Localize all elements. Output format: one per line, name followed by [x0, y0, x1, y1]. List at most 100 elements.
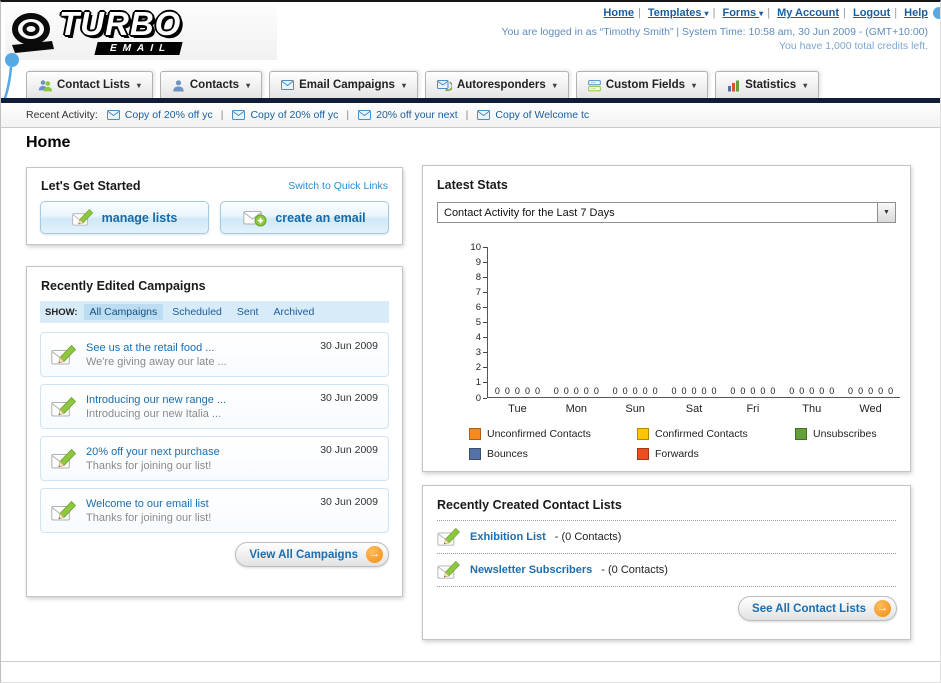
campaign-title-link[interactable]: Introducing our new range ...	[86, 394, 226, 406]
get-started-panel: Let's Get Started Switch to Quick Links …	[26, 167, 403, 245]
contact-list-detail: - (0 Contacts)	[601, 564, 668, 576]
edit-list-icon	[72, 208, 94, 227]
contact-list-detail: - (0 Contacts)	[554, 531, 622, 543]
chevron-down-icon: ▾	[246, 80, 251, 90]
recent-activity-link[interactable]: Copy of 20% off yc	[250, 109, 338, 121]
recent-activity-item: Copy of Welcome tc	[477, 109, 589, 121]
filter-archived[interactable]: Archived	[267, 304, 320, 320]
email-icon	[232, 110, 245, 120]
nav-tab-email-campaigns[interactable]: Email Campaigns ▾	[269, 71, 418, 98]
campaign-row[interactable]: Welcome to our email list Thanks for joi…	[40, 488, 389, 533]
recent-activity-item: 20% off your next |	[358, 109, 468, 121]
chart-plot-area: 0 0 0 0 0 Tue 0 0 0 0 0 Mon 0 0 0 0 0 Sun 0 0 0 0 0 Sat 0 0 0 0 0 Fri…	[487, 247, 900, 415]
campaign-date: 30 Jun 2009	[320, 496, 378, 508]
chevron-down-icon: ▾	[136, 80, 141, 90]
custom-fields-icon	[588, 79, 601, 92]
chevron-down-icon: ▾	[401, 80, 406, 90]
app-window: TURBO EMAIL Home | Templates ▾ | Forms ▾ | …	[0, 0, 941, 683]
select-dropdown-icon: ▼	[877, 203, 895, 222]
campaigns-panel-title: Recently Edited Campaigns	[41, 279, 206, 293]
contact-lists-panel-title: Recently Created Contact Lists	[437, 498, 622, 512]
chevron-down-icon: ▾	[692, 80, 697, 90]
latest-stats-panel: Latest Stats Contact Activity for the La…	[422, 165, 911, 472]
chevron-down-icon: ▾	[803, 80, 808, 90]
campaign-title-link[interactable]: Welcome to our email list	[86, 498, 211, 510]
recent-activity-link[interactable]: Copy of Welcome tc	[495, 109, 589, 121]
contact-list-link[interactable]: Newsletter Subscribers	[470, 564, 592, 576]
nav-tab-statistics[interactable]: Statistics ▾	[715, 71, 820, 98]
chart-y-axis: 10 9 8 7 6 5 4 3 2 1 0	[463, 242, 487, 404]
decorative-dot	[933, 7, 940, 19]
edit-campaign-icon	[51, 500, 77, 522]
logo-swirl-icon	[12, 13, 54, 53]
email-icon	[477, 110, 490, 120]
legend-item: Forwards	[637, 448, 795, 460]
arrow-right-icon: →	[874, 600, 891, 617]
app-logo[interactable]: TURBO EMAIL	[5, 5, 277, 60]
stats-period-select[interactable]: Contact Activity for the Last 7 Days ▼	[437, 202, 896, 223]
legend-item: Bounces	[469, 448, 637, 460]
credits-info: You have 1,000 total credits left.	[778, 40, 928, 52]
edit-list-icon	[437, 527, 461, 547]
top-link-home[interactable]: Home	[603, 7, 634, 19]
chart-group-wed: 0 0 0 0 0 Wed	[848, 386, 894, 415]
campaign-title-link[interactable]: 20% off your next purchase	[86, 446, 220, 458]
campaign-row[interactable]: Introducing our new range ... Introducin…	[40, 384, 389, 429]
manage-lists-button[interactable]: manage lists	[40, 201, 209, 234]
campaign-list: See us at the retail food ... We're givi…	[27, 323, 402, 533]
login-info: You are logged in as “Timothy Smith” | S…	[501, 26, 928, 38]
nav-tab-contacts[interactable]: Contacts ▾	[159, 71, 263, 98]
filter-scheduled[interactable]: Scheduled	[166, 304, 228, 320]
email-icon	[107, 110, 120, 120]
chart-groups: 0 0 0 0 0 Tue 0 0 0 0 0 Mon 0 0 0 0 0 Sun 0 0 0 0 0 Sat 0 0 0 0 0 Fri…	[488, 247, 900, 415]
campaign-title-link[interactable]: See us at the retail food ...	[86, 342, 227, 354]
campaign-filter-bar: SHOW: All Campaigns Scheduled Sent Archi…	[40, 301, 389, 323]
view-all-campaigns-button[interactable]: View All Campaigns →	[235, 542, 389, 567]
logo-text-main: TURBO	[59, 5, 182, 42]
main-nav: Contact Lists ▾ Contacts ▾ Email Campaig…	[26, 71, 820, 98]
nav-tab-custom-fields[interactable]: Custom Fields ▾	[575, 71, 709, 98]
filter-all-campaigns[interactable]: All Campaigns	[83, 304, 164, 320]
nav-tab-autoresponders[interactable]: Autoresponders ▾	[424, 71, 569, 98]
legend-item: Unconfirmed Contacts	[469, 428, 637, 440]
recent-campaigns-panel: Recently Edited Campaigns SHOW: All Camp…	[26, 266, 403, 597]
campaign-date: 30 Jun 2009	[320, 444, 378, 456]
chart-group-mon: 0 0 0 0 0 Mon	[553, 386, 599, 415]
nav-tab-contact-lists[interactable]: Contact Lists ▾	[26, 71, 153, 98]
campaign-subtitle: Introducing our new Italia ...	[86, 407, 222, 420]
top-link-forms[interactable]: Forms ▾	[722, 7, 763, 19]
contact-lists-icon	[38, 79, 52, 92]
filter-sent[interactable]: Sent	[231, 304, 265, 320]
top-link-help[interactable]: Help	[904, 7, 928, 19]
create-email-button[interactable]: create an email	[220, 201, 389, 234]
campaign-subtitle: We're giving away our late ...	[86, 355, 227, 368]
see-all-contact-lists-button[interactable]: See All Contact Lists →	[738, 596, 897, 621]
new-email-icon	[243, 209, 267, 227]
top-nav: Home | Templates ▾ | Forms ▾ | My Account | …	[603, 7, 928, 19]
edit-campaign-icon	[51, 344, 77, 366]
email-campaigns-icon	[281, 80, 294, 90]
top-link-my-account[interactable]: My Account	[777, 7, 839, 19]
contacts-icon	[172, 79, 185, 92]
campaign-row[interactable]: See us at the retail food ... We're givi…	[40, 332, 389, 377]
edit-campaign-icon	[51, 448, 77, 470]
contact-list-row[interactable]: Newsletter Subscribers - (0 Contacts)	[423, 554, 910, 586]
recent-activity-bar: Recent Activity: Copy of 20% off yc | Co…	[1, 103, 940, 128]
chart-group-sat: 0 0 0 0 0 Sat	[671, 386, 717, 415]
contact-list-row[interactable]: Exhibition List - (0 Contacts)	[423, 521, 910, 553]
logo-text-sub: EMAIL	[94, 42, 183, 55]
chevron-down-icon: ▾	[704, 9, 709, 18]
contact-list-link[interactable]: Exhibition List	[470, 531, 546, 543]
header-right: Home | Templates ▾ | Forms ▾ | My Account | …	[501, 7, 928, 52]
chart-legend: Unconfirmed Contacts Confirmed Contacts Un…	[469, 428, 910, 460]
recent-activity-link[interactable]: 20% off your next	[376, 109, 458, 121]
chart-group-fri: 0 0 0 0 0 Fri	[730, 386, 776, 415]
switch-quick-links-link[interactable]: Switch to Quick Links	[288, 180, 388, 192]
top-link-logout[interactable]: Logout	[853, 7, 890, 19]
recent-activity-link[interactable]: Copy of 20% off yc	[125, 109, 213, 121]
chevron-down-icon: ▾	[552, 80, 557, 90]
recent-activity-item: Copy of 20% off yc |	[107, 109, 223, 121]
chart-group-tue: 0 0 0 0 0 Tue	[494, 386, 540, 415]
campaign-row[interactable]: 20% off your next purchase Thanks for jo…	[40, 436, 389, 481]
top-link-templates[interactable]: Templates ▾	[648, 7, 709, 19]
